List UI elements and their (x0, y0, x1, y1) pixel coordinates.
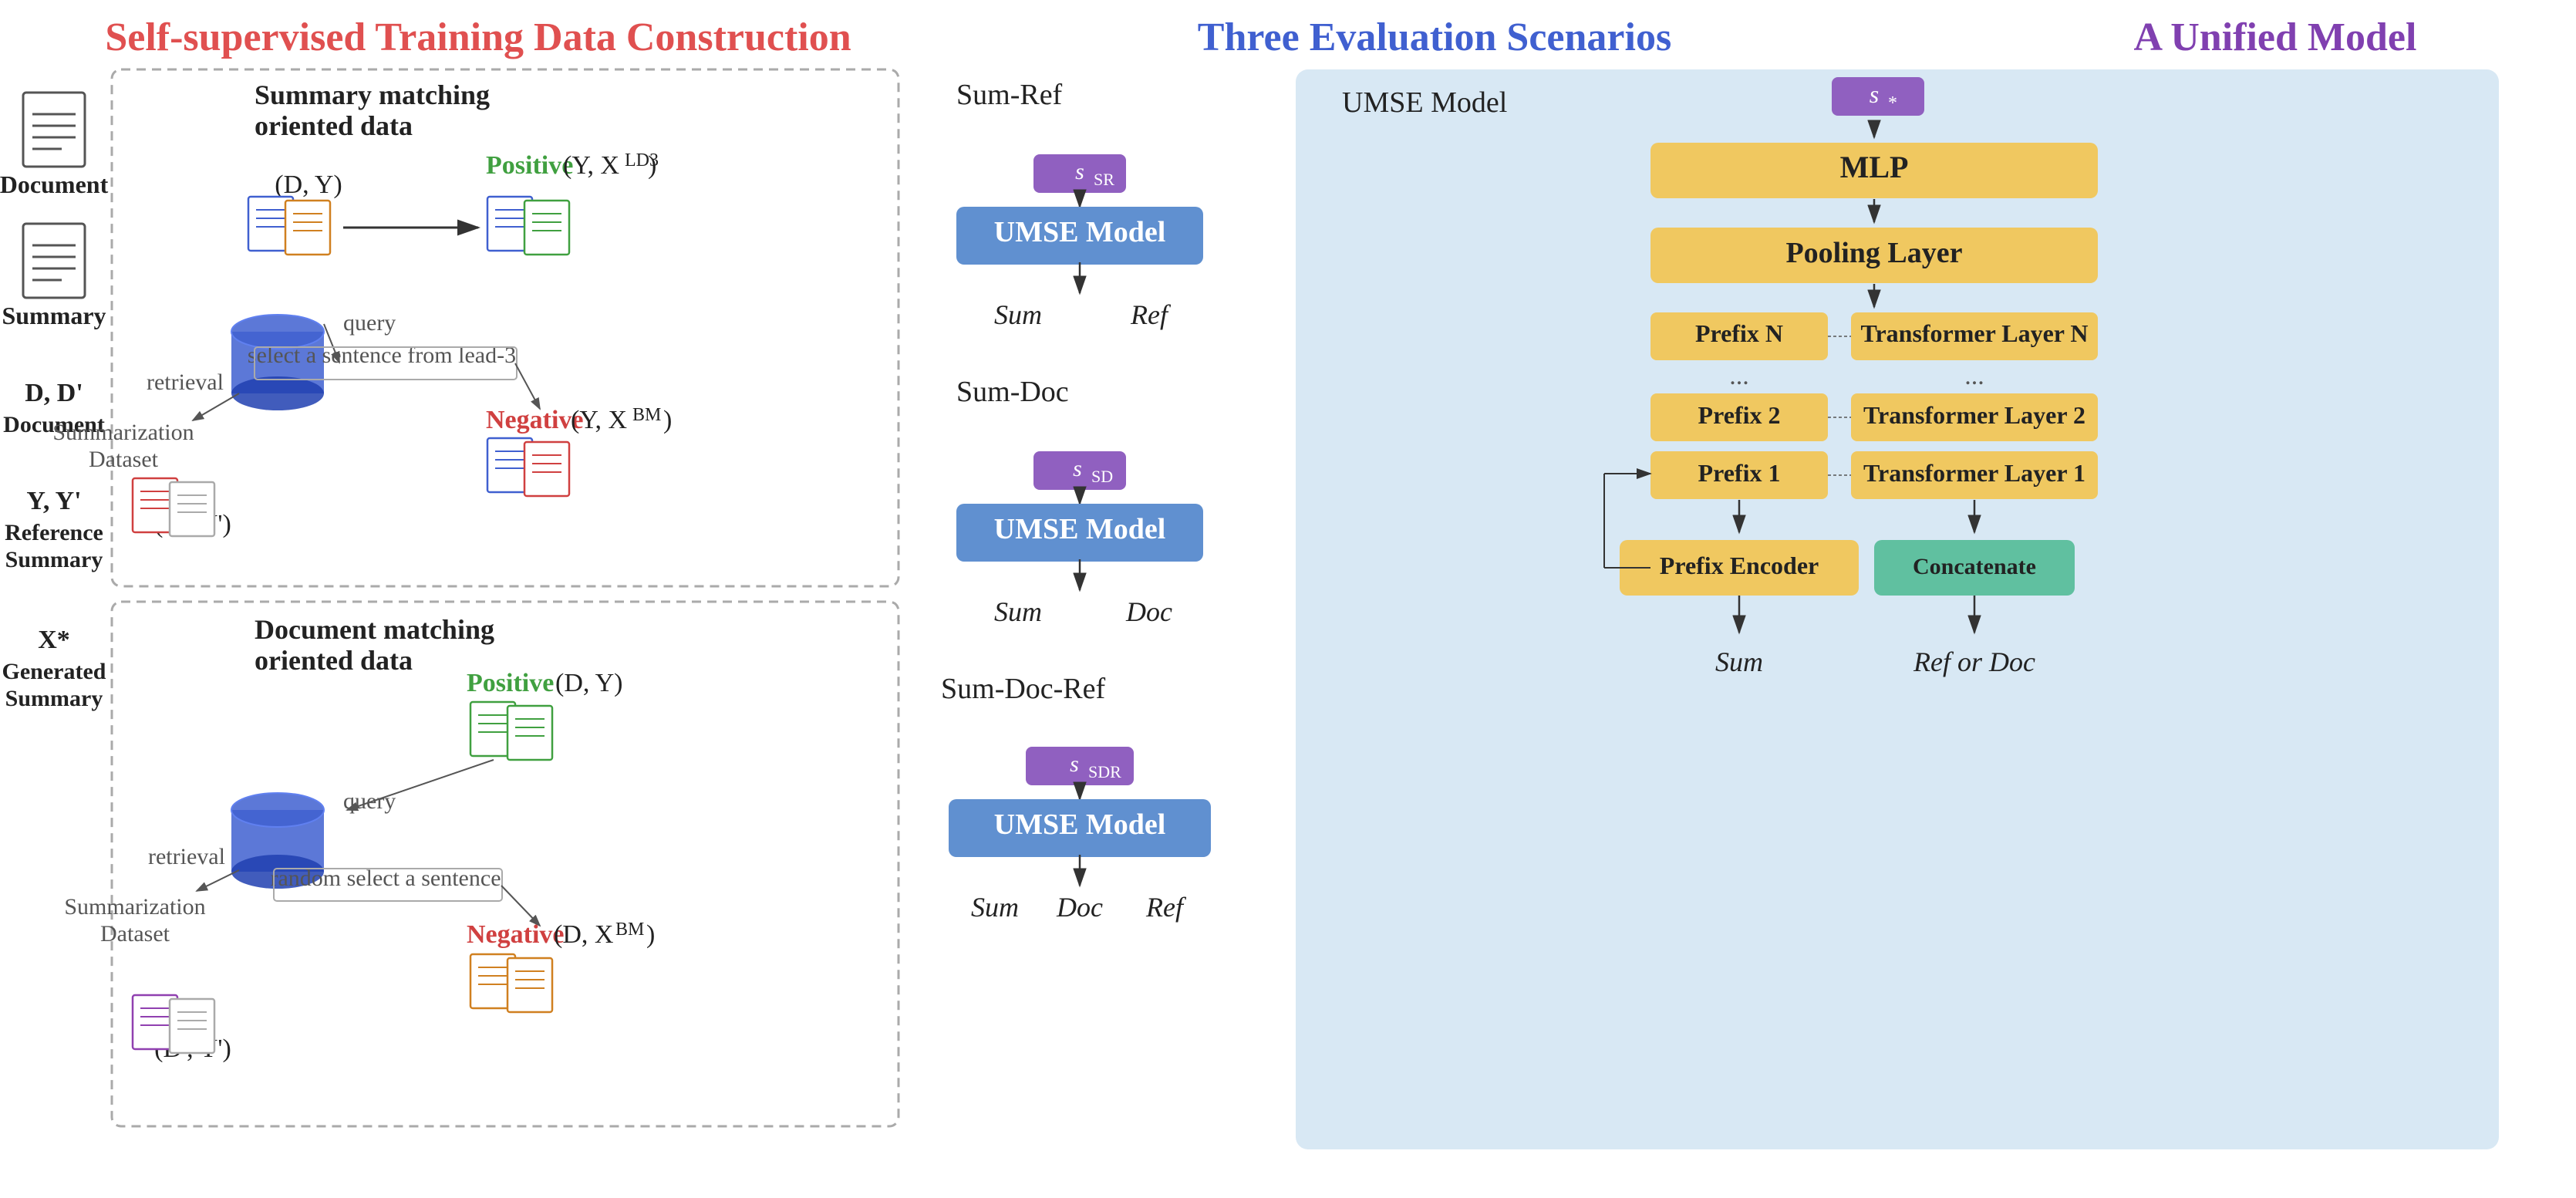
neg-rparen-upper: ) (663, 406, 672, 434)
query-upper: query (343, 310, 396, 336)
title-middle: Three Evaluation Scenarios (1198, 15, 1671, 59)
legend-ref-summary: Reference (5, 520, 103, 545)
summ-dataset-lower2: Dataset (100, 921, 170, 947)
umse-sum-ref: UMSE Model (994, 216, 1166, 248)
title-left: Self-supervised Training Data Constructi… (105, 15, 851, 59)
select-sentence-upper: select a sentence from lead-3 (248, 343, 516, 368)
input-ref-doc: Ref or Doc (1913, 646, 2035, 677)
negative-superscript-lower: BM (615, 920, 644, 940)
ref-label-sdr: Ref (1145, 892, 1187, 923)
transformer-dots: ... (1964, 362, 1984, 390)
legend-yy: Y, Y' (26, 487, 81, 515)
umse-sum-doc: UMSE Model (994, 513, 1166, 545)
lower-section-label2: oriented data (255, 645, 413, 676)
sum-doc-ref-label: Sum-Doc-Ref (941, 673, 1106, 705)
doc-label-sd: Doc (1125, 596, 1172, 627)
upper-section-label: Summary matching (255, 79, 490, 110)
summ-dataset-upper: Summarization (52, 420, 194, 445)
score-sd-sub: SD (1091, 467, 1113, 486)
sum-label-sdr: Sum (971, 892, 1019, 923)
title-right: A Unified Model (2134, 15, 2417, 59)
doc-label-sdr: Doc (1056, 892, 1103, 923)
negative-label-upper: Negative (486, 406, 584, 434)
lower-section-label: Document matching (255, 614, 494, 645)
score-sdr: s (1070, 751, 1079, 777)
prefix-1: Prefix 1 (1698, 459, 1781, 487)
sum-doc-label: Sum-Doc (956, 376, 1069, 408)
legend-dd: D, D' (25, 379, 83, 407)
score-star-sub: * (1888, 93, 1897, 113)
mlp-box: MLP (1840, 150, 1909, 184)
summ-dataset-upper2: Dataset (89, 447, 159, 472)
positive-rparen: ) (648, 151, 656, 180)
positive-pair-lower: (D, Y) (555, 669, 623, 697)
score-sr: s (1075, 159, 1084, 184)
score-star: s (1870, 80, 1879, 108)
negative-label-lower: Negative (467, 920, 565, 949)
summ-dataset-lower: Summarization (64, 894, 205, 920)
umse-sum-doc-ref: UMSE Model (994, 808, 1166, 841)
legend-ref-summary2: Summary (5, 547, 103, 572)
legend-document: Document (0, 170, 109, 198)
prefix-2: Prefix 2 (1698, 401, 1781, 429)
sum-ref-label: Sum-Ref (956, 79, 1063, 111)
positive-pair-upper: (Y, X (563, 151, 619, 180)
legend-xstar: X* (38, 626, 70, 654)
prefix-dots: ... (1729, 362, 1749, 390)
retrieval-upper: retrieval (147, 370, 224, 395)
legend-gen-summary2: Summary (5, 686, 103, 711)
main-diagram: Self-supervised Training Data Constructi… (0, 0, 2576, 1194)
transformer-1: Transformer Layer 1 (1863, 459, 2085, 487)
score-sr-sub: SR (1094, 170, 1114, 189)
transformer-2: Transformer Layer 2 (1863, 401, 2085, 429)
concatenate-box: Concatenate (1913, 554, 2036, 579)
score-sdr-sub: SDR (1088, 762, 1121, 781)
prefix-encoder: Prefix Encoder (1660, 552, 1819, 579)
prefix-n: Prefix N (1695, 319, 1783, 347)
negative-pair-lower: (D, X (554, 920, 613, 949)
positive-label-lower: Positive (467, 669, 554, 697)
neg-rparen-lower: ) (646, 920, 655, 949)
umse-model-title: UMSE Model (1342, 86, 1507, 119)
score-sd: s (1073, 456, 1082, 481)
pooling-box: Pooling Layer (1785, 237, 1962, 269)
sum-label-sr: Sum (994, 299, 1042, 330)
sum-label-sd: Sum (994, 596, 1042, 627)
upper-section-label2: oriented data (255, 110, 413, 141)
negative-superscript-upper: BM (632, 405, 661, 425)
transformer-n: Transformer Layer N (1860, 319, 2088, 347)
legend-gen-summary: Generated (2, 659, 106, 684)
input-sum: Sum (1715, 646, 1763, 677)
negative-pair-upper: (Y, X (571, 406, 627, 434)
upper-input-pair: (D, Y) (275, 170, 342, 199)
legend-summary: Summary (2, 302, 106, 329)
ref-label-sr: Ref (1130, 299, 1172, 330)
query-lower: query (343, 788, 396, 814)
positive-label-upper: Positive (486, 151, 573, 180)
retrieval-lower: retrieval (148, 844, 225, 869)
